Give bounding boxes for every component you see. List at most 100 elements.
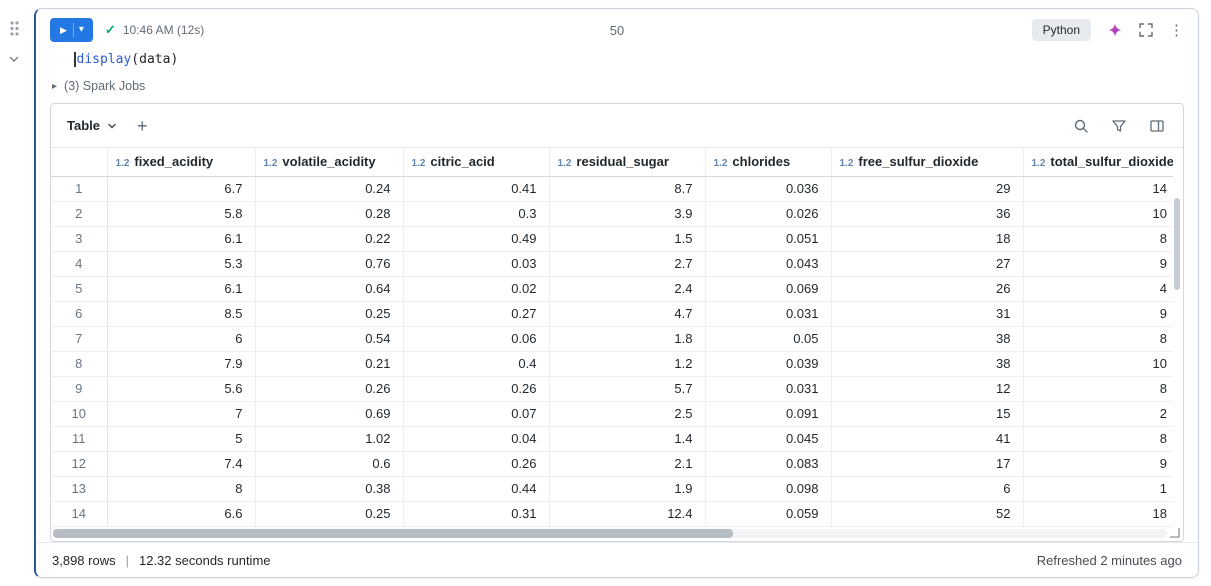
resize-handle[interactable] bbox=[1169, 527, 1180, 538]
filter-icon[interactable] bbox=[1111, 118, 1127, 134]
collapse-cell-icon[interactable] bbox=[8, 53, 20, 65]
table-cell: 1 bbox=[1023, 476, 1173, 501]
table-cell: 10 bbox=[1023, 351, 1173, 376]
search-icon[interactable] bbox=[1073, 118, 1089, 134]
table-cell: 0.043 bbox=[705, 251, 831, 276]
table-cell: 6.1 bbox=[107, 226, 255, 251]
success-check-icon: ✓ bbox=[105, 22, 116, 38]
column-label: free_sulfur_dioxide bbox=[858, 154, 978, 169]
table-cell: 7 bbox=[107, 401, 255, 426]
row-index: 1 bbox=[51, 176, 107, 201]
language-selector[interactable]: Python bbox=[1032, 19, 1091, 41]
assistant-icon[interactable] bbox=[1107, 22, 1123, 38]
table-cell: 0.25 bbox=[255, 501, 403, 526]
table-cell: 0.38 bbox=[255, 476, 403, 501]
table-cell: 0.026 bbox=[705, 201, 831, 226]
table-row: 45.30.760.032.70.043279 bbox=[51, 251, 1173, 276]
table-cell: 9 bbox=[1023, 251, 1173, 276]
table-row: 127.40.60.262.10.083179 bbox=[51, 451, 1173, 476]
table-cell: 0.051 bbox=[705, 226, 831, 251]
table-cell: 6 bbox=[831, 476, 1023, 501]
vertical-scrollbar[interactable] bbox=[1173, 196, 1181, 523]
table-header-row: 1.2fixed_acidity1.2volatile_acidity1.2ci… bbox=[51, 148, 1173, 176]
table-cell: 18 bbox=[1023, 501, 1173, 526]
table-cell: 0.069 bbox=[705, 276, 831, 301]
cell-toolbar: ▶ ▾ ✓ 10:46 AM (12s) 50 Python ⋮ bbox=[36, 9, 1198, 47]
table-row: 68.50.250.274.70.031319 bbox=[51, 301, 1173, 326]
column-label: chlorides bbox=[732, 154, 790, 169]
table-cell: 1.8 bbox=[549, 326, 705, 351]
table-cell: 36 bbox=[831, 201, 1023, 226]
run-button[interactable]: ▶ ▾ bbox=[50, 18, 93, 42]
numeric-type-icon: 1.2 bbox=[1032, 158, 1046, 169]
table-body: 16.70.240.418.70.036291425.80.280.33.90.… bbox=[51, 176, 1173, 526]
horizontal-scrollbar-thumb[interactable] bbox=[53, 529, 733, 538]
table-cell: 5 bbox=[107, 426, 255, 451]
table-cell: 2.1 bbox=[549, 451, 705, 476]
table-cell: 0.045 bbox=[705, 426, 831, 451]
table-cell: 8.5 bbox=[107, 301, 255, 326]
table-cell: 8 bbox=[1023, 226, 1173, 251]
horizontal-scrollbar[interactable] bbox=[53, 529, 1167, 538]
results-table: 1.2fixed_acidity1.2volatile_acidity1.2ci… bbox=[51, 148, 1173, 527]
table-cell: 8 bbox=[1023, 426, 1173, 451]
play-icon[interactable]: ▶ bbox=[54, 18, 73, 42]
table-cell: 5.6 bbox=[107, 376, 255, 401]
table-cell: 0.22 bbox=[255, 226, 403, 251]
numeric-type-icon: 1.2 bbox=[714, 158, 728, 169]
column-header[interactable]: 1.2residual_sugar bbox=[549, 148, 705, 176]
table-row: 760.540.061.80.05388 bbox=[51, 326, 1173, 351]
vertical-scrollbar-thumb[interactable] bbox=[1174, 198, 1180, 290]
table-row: 87.90.210.41.20.0393810 bbox=[51, 351, 1173, 376]
spark-jobs-label: (3) Spark Jobs bbox=[64, 79, 145, 93]
footer-separator: | bbox=[126, 553, 129, 568]
row-index: 11 bbox=[51, 426, 107, 451]
table-cell: 0.25 bbox=[255, 301, 403, 326]
column-header[interactable]: 1.2 chlorides bbox=[705, 148, 831, 176]
table-cell: 5.3 bbox=[107, 251, 255, 276]
numeric-type-icon: 1.2 bbox=[264, 158, 278, 169]
column-label: fixed_acidity bbox=[134, 154, 213, 169]
cell-menu-icon[interactable]: ⋮ bbox=[1169, 23, 1184, 38]
runtime: 12.32 seconds runtime bbox=[139, 553, 271, 568]
table-cell: 0.05 bbox=[705, 326, 831, 351]
table-row: 1380.380.441.90.09861 bbox=[51, 476, 1173, 501]
table-cell: 10 bbox=[1023, 201, 1173, 226]
numeric-type-icon: 1.2 bbox=[412, 158, 426, 169]
table-cell: 0.31 bbox=[403, 501, 549, 526]
row-index: 14 bbox=[51, 501, 107, 526]
table-cell: 5.8 bbox=[107, 201, 255, 226]
toolbar-right: Python ⋮ bbox=[1032, 19, 1184, 41]
table-row: 36.10.220.491.50.051188 bbox=[51, 226, 1173, 251]
table-row: 56.10.640.022.40.069264 bbox=[51, 276, 1173, 301]
results-panel: Table + bbox=[50, 103, 1184, 542]
table-cell: 27 bbox=[831, 251, 1023, 276]
table-cell: 0.26 bbox=[403, 451, 549, 476]
run-dropdown-icon[interactable]: ▾ bbox=[74, 18, 89, 42]
table-cell: 0.49 bbox=[403, 226, 549, 251]
code-editor[interactable]: display(data) bbox=[36, 47, 1198, 75]
spark-jobs-toggle[interactable]: ▸ (3) Spark Jobs bbox=[36, 75, 1198, 103]
results-actions bbox=[1073, 118, 1165, 134]
expand-icon[interactable] bbox=[1139, 23, 1153, 37]
row-index: 9 bbox=[51, 376, 107, 401]
results-footer: 3,898 rows | 12.32 seconds runtime Refre… bbox=[36, 542, 1198, 578]
column-header[interactable]: 1.2free_sulfur_dioxide bbox=[831, 148, 1023, 176]
columns-panel-icon[interactable] bbox=[1149, 118, 1165, 134]
table-cell: 0.21 bbox=[255, 351, 403, 376]
table-cell: 7.4 bbox=[107, 451, 255, 476]
column-header[interactable]: 1.2total_sulfur_dioxide bbox=[1023, 148, 1173, 176]
column-header[interactable]: 1.2 volatile_acidity bbox=[255, 148, 403, 176]
column-header[interactable]: 1.2 citric_acid bbox=[403, 148, 549, 176]
chevron-down-icon bbox=[107, 121, 117, 131]
drag-handle-icon[interactable] bbox=[9, 20, 20, 37]
column-header[interactable]: 1.2fixed_acidity bbox=[107, 148, 255, 176]
table-cell: 9 bbox=[1023, 301, 1173, 326]
table-cell: 0.031 bbox=[705, 376, 831, 401]
tab-table[interactable]: Table bbox=[67, 118, 117, 133]
add-visualization-button[interactable]: + bbox=[137, 117, 148, 135]
column-label: citric_acid bbox=[430, 154, 494, 169]
table-cell: 0.03 bbox=[403, 251, 549, 276]
column-label: volatile_acidity bbox=[282, 154, 375, 169]
triangle-right-icon: ▸ bbox=[52, 81, 57, 92]
